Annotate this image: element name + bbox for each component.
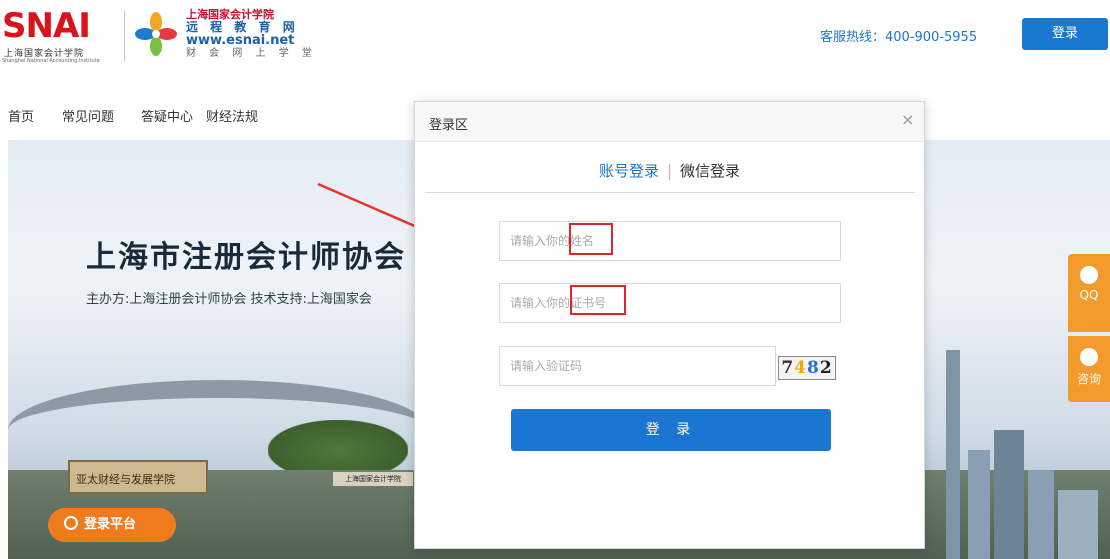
captcha-image[interactable]: 7482 <box>778 356 836 380</box>
name-field[interactable] <box>499 221 841 261</box>
service-hotline: 客服热线：400-900-5955 <box>820 30 978 45</box>
tab-wechat-login[interactable]: 微信登录 <box>680 162 740 180</box>
nav-home[interactable]: 首页 <box>8 106 34 125</box>
logo-divider <box>124 10 125 62</box>
tab-account-login[interactable]: 账号登录 <box>599 162 659 180</box>
captcha-char: 2 <box>819 358 833 378</box>
snai-logo[interactable]: SNAI 上海国家会计学院 Shanghai National Accounti… <box>0 6 118 66</box>
captcha-field[interactable] <box>499 346 776 386</box>
header-login-button[interactable]: 登录 <box>1022 18 1108 50</box>
user-icon <box>64 516 78 530</box>
nav-qa-center[interactable]: 答疑中心 <box>141 106 193 125</box>
captcha-char: 4 <box>794 358 807 378</box>
qq-icon <box>1080 266 1098 284</box>
nav-faq[interactable]: 常见问题 <box>62 106 114 125</box>
skyline-tower <box>968 450 990 559</box>
modal-title: 登录区 <box>429 118 469 133</box>
snai-english-name: Shanghai National Accounting Institute <box>2 58 100 64</box>
close-icon[interactable]: × <box>901 111 914 129</box>
certificate-input[interactable] <box>500 284 840 322</box>
captcha-char: 7 <box>781 358 795 378</box>
skyline-tower <box>1028 470 1054 559</box>
side-consult-tab[interactable]: 咨询 <box>1068 336 1110 402</box>
snai-logo-text: SNAI <box>2 6 91 46</box>
tabs-divider <box>425 192 915 193</box>
logo-line-url: www.esnai.net <box>186 33 295 48</box>
site-header: SNAI 上海国家会计学院 Shanghai National Accounti… <box>0 0 1110 72</box>
certificate-highlight-box <box>570 285 626 315</box>
chat-icon <box>1080 348 1098 366</box>
skyline-tower <box>946 350 960 559</box>
esnai-flower-icon <box>135 12 177 56</box>
campus-gate-sign-secondary: 上海国家会计学院 <box>333 472 413 486</box>
skyline-tower <box>994 430 1024 559</box>
captcha-input[interactable] <box>500 347 775 385</box>
side-qq-tab[interactable]: QQ <box>1068 254 1110 332</box>
side-consult-label: 咨询 <box>1076 372 1101 386</box>
login-platform-button[interactable]: 登录平台 <box>48 508 176 542</box>
login-tabs: 账号登录 | 微信登录 <box>415 160 924 181</box>
nav-regulations[interactable]: 财经法规 <box>206 106 258 125</box>
side-qq-label: QQ <box>1079 288 1099 302</box>
modal-header: 登录区 × <box>415 102 924 142</box>
esnai-logo-text: 上海国家会计学院 远 程 教 育 网 www.esnai.net 财 会 网 上… <box>186 8 317 60</box>
banner-title: 上海市注册会计师协会 <box>86 240 406 275</box>
banner-subtitle: 主办方:上海注册会计师协会 技术支持:上海国家会 <box>86 292 372 307</box>
certificate-field[interactable] <box>499 283 841 323</box>
gate-sign-text: 亚太财经与发展学院 <box>76 473 175 486</box>
name-highlight-box <box>569 223 613 255</box>
campus-gate-sign: 亚太财经与发展学院 <box>68 460 208 494</box>
skyline-tower <box>1058 490 1098 559</box>
login-platform-label: 登录平台 <box>84 517 137 532</box>
logo-line-online: 财 会 网 上 学 堂 <box>186 48 317 59</box>
login-modal: 登录区 × 账号登录 | 微信登录 7482 登 录 <box>414 101 925 549</box>
name-input[interactable] <box>500 222 840 260</box>
tab-separator: | <box>666 162 673 180</box>
captcha-char: 8 <box>807 358 820 378</box>
login-submit-button[interactable]: 登 录 <box>511 409 831 451</box>
